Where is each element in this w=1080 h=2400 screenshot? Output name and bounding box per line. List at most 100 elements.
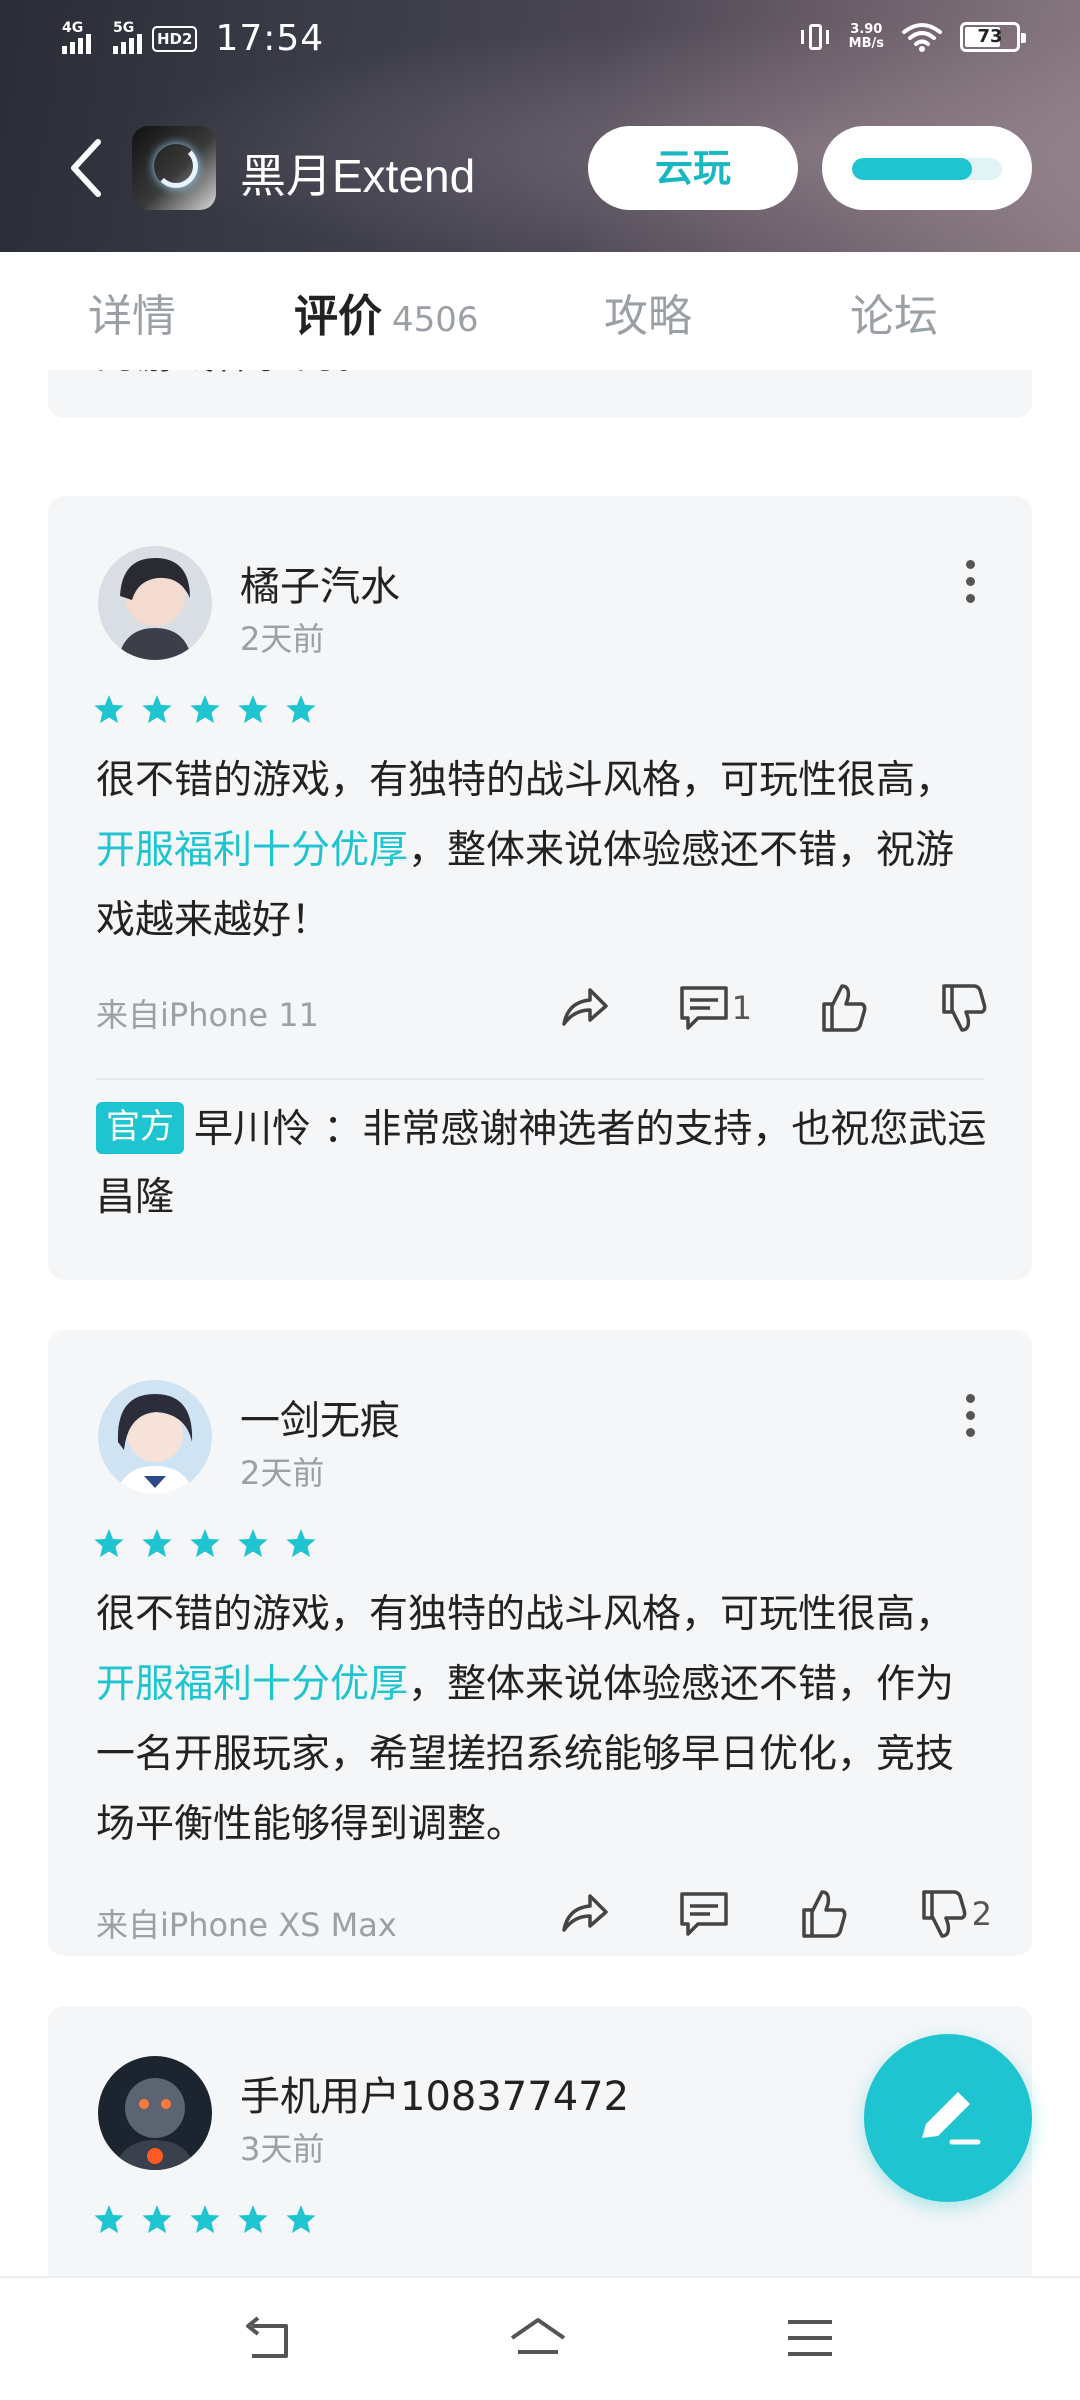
thumbs-up-icon bbox=[822, 984, 867, 1032]
star-rating bbox=[94, 2204, 316, 2234]
review-text-part: 很不错的游戏，有独特的战斗风格，可玩性很高， bbox=[96, 1592, 955, 1637]
star-rating bbox=[94, 694, 316, 724]
home-icon[interactable] bbox=[508, 2312, 568, 2366]
system-nav-bar bbox=[0, 2276, 1080, 2400]
post-time: 2天前 bbox=[240, 1454, 325, 1492]
star-icon bbox=[142, 2205, 172, 2233]
menu-icon[interactable] bbox=[780, 2312, 840, 2366]
username[interactable]: 手机用户108377472 bbox=[240, 2064, 629, 2122]
device-info: 来自iPhone XS Max bbox=[96, 1906, 397, 1944]
game-title: 黑月Extend bbox=[240, 150, 476, 202]
avatar[interactable] bbox=[98, 1380, 212, 1494]
signal-5g-icon: 5G bbox=[113, 20, 142, 54]
official-reply-text: 早川怜 ：非常感谢神选者的支持，也祝您武运昌隆 bbox=[96, 1107, 987, 1220]
thumbs-down-icon bbox=[921, 1890, 967, 1938]
star-icon bbox=[94, 1529, 124, 1557]
back-icon[interactable] bbox=[238, 2312, 298, 2366]
network-label: 5G bbox=[113, 19, 135, 36]
avatar[interactable] bbox=[98, 2056, 212, 2170]
tab-label: 评价 bbox=[294, 291, 382, 342]
cloud-play-button[interactable]: 云玩 bbox=[588, 126, 798, 210]
review-actions: 2 bbox=[556, 1886, 992, 1942]
download-progress-button[interactable] bbox=[822, 126, 1032, 210]
star-icon bbox=[238, 2205, 268, 2233]
game-icon[interactable] bbox=[132, 126, 216, 210]
comment-count: 1 bbox=[731, 989, 752, 1027]
review-list[interactable]: 的游戏体验的。 橘子汽水 2天前 很不错的游戏，有独特的战斗风格，可玩性很高， 开… bbox=[0, 370, 1080, 2276]
star-icon bbox=[142, 1529, 172, 1557]
star-icon bbox=[286, 695, 316, 723]
username[interactable]: 一剑无痕 bbox=[240, 1388, 400, 1446]
signal-4g-icon: 4G bbox=[62, 20, 91, 54]
share-button[interactable] bbox=[556, 980, 612, 1036]
star-icon bbox=[94, 2205, 124, 2233]
star-icon bbox=[286, 2205, 316, 2233]
vibrate-icon bbox=[799, 22, 831, 52]
download-progress-track bbox=[852, 158, 1002, 180]
tab-forum[interactable]: 论坛 bbox=[850, 280, 938, 344]
tab-guides[interactable]: 攻略 bbox=[604, 280, 692, 344]
comment-button[interactable] bbox=[676, 1886, 732, 1942]
speed-unit: MB/s bbox=[848, 36, 884, 51]
like-button[interactable] bbox=[816, 980, 872, 1036]
tab-label: 攻略 bbox=[604, 291, 692, 342]
thumbs-up-icon bbox=[801, 1890, 847, 1938]
like-button[interactable] bbox=[796, 1886, 852, 1942]
download-progress-fill bbox=[852, 158, 972, 180]
star-icon bbox=[142, 695, 172, 723]
post-time: 2天前 bbox=[240, 620, 325, 658]
review-text-part: 很不错的游戏，有独特的战斗风格，可玩性很高， bbox=[96, 758, 955, 803]
write-review-button[interactable] bbox=[864, 2034, 1032, 2202]
more-options-icon[interactable] bbox=[964, 560, 976, 604]
more-options-icon[interactable] bbox=[964, 1394, 976, 1438]
share-button[interactable] bbox=[556, 1886, 612, 1942]
back-arrow-icon[interactable] bbox=[64, 136, 110, 200]
app-header: 4G 5G HD2 17:54 3.90 MB/s 73 黑月Extend 云玩 bbox=[0, 0, 1080, 252]
avatar[interactable] bbox=[98, 546, 212, 660]
battery-level: 73 bbox=[977, 26, 1003, 47]
review-card-partial: 的游戏体验的。 bbox=[48, 370, 1032, 418]
thumbs-down-icon bbox=[942, 984, 987, 1032]
share-icon bbox=[561, 988, 608, 1026]
comment-icon bbox=[679, 986, 728, 1030]
star-icon bbox=[94, 695, 124, 723]
share-icon bbox=[561, 1894, 608, 1932]
star-icon bbox=[238, 695, 268, 723]
tab-bar: 详情 评价 4506 攻略 论坛 bbox=[0, 252, 1080, 370]
pen-icon bbox=[922, 2092, 981, 2145]
comment-icon bbox=[679, 1892, 728, 1936]
star-icon bbox=[238, 1529, 268, 1557]
divider bbox=[96, 1078, 984, 1080]
title-bar: 黑月Extend 云玩 bbox=[0, 118, 1080, 218]
official-badge: 官方 bbox=[96, 1102, 184, 1154]
device-info: 来自iPhone 11 bbox=[96, 996, 319, 1034]
status-bar: 4G 5G HD2 17:54 3.90 MB/s 73 bbox=[0, 0, 1080, 82]
username[interactable]: 橘子汽水 bbox=[240, 554, 400, 612]
comment-button[interactable]: 1 bbox=[676, 980, 752, 1036]
star-icon bbox=[190, 1529, 220, 1557]
wifi-icon bbox=[902, 23, 942, 52]
star-icon bbox=[286, 1529, 316, 1557]
post-time: 3天前 bbox=[240, 2130, 325, 2168]
highlight-text[interactable]: 开服福利十分优厚 bbox=[96, 1662, 408, 1707]
dislike-button[interactable] bbox=[936, 980, 992, 1036]
clock: 17:54 bbox=[215, 18, 325, 59]
dislike-count: 2 bbox=[971, 1895, 992, 1933]
highlight-text[interactable]: 开服福利十分优厚 bbox=[96, 828, 408, 873]
review-text: 很不错的游戏，有独特的战斗风格，可玩性很高，开服福利十分优厚，整体来说体验感还不… bbox=[96, 1580, 976, 1860]
network-label: 4G bbox=[62, 19, 84, 36]
tab-reviews[interactable]: 评价 4506 bbox=[294, 280, 479, 344]
review-actions: 1 bbox=[556, 980, 992, 1036]
official-reply: 官方 早川怜 ：非常感谢神选者的支持，也祝您武运昌隆 bbox=[96, 1096, 996, 1232]
tab-details[interactable]: 详情 bbox=[88, 280, 176, 344]
network-speed: 3.90 MB/s bbox=[849, 23, 884, 51]
star-icon bbox=[190, 695, 220, 723]
review-text: 的游戏体验的。 bbox=[96, 370, 376, 380]
tab-label: 详情 bbox=[88, 291, 176, 342]
battery-icon: 73 bbox=[960, 22, 1026, 52]
hd-voice-badge: HD2 bbox=[152, 25, 198, 52]
review-card: 橘子汽水 2天前 很不错的游戏，有独特的战斗风格，可玩性很高，开服福利十分优厚，… bbox=[48, 496, 1032, 1280]
star-icon bbox=[190, 2205, 220, 2233]
dislike-button[interactable]: 2 bbox=[916, 1886, 992, 1942]
tab-label: 论坛 bbox=[850, 291, 938, 342]
